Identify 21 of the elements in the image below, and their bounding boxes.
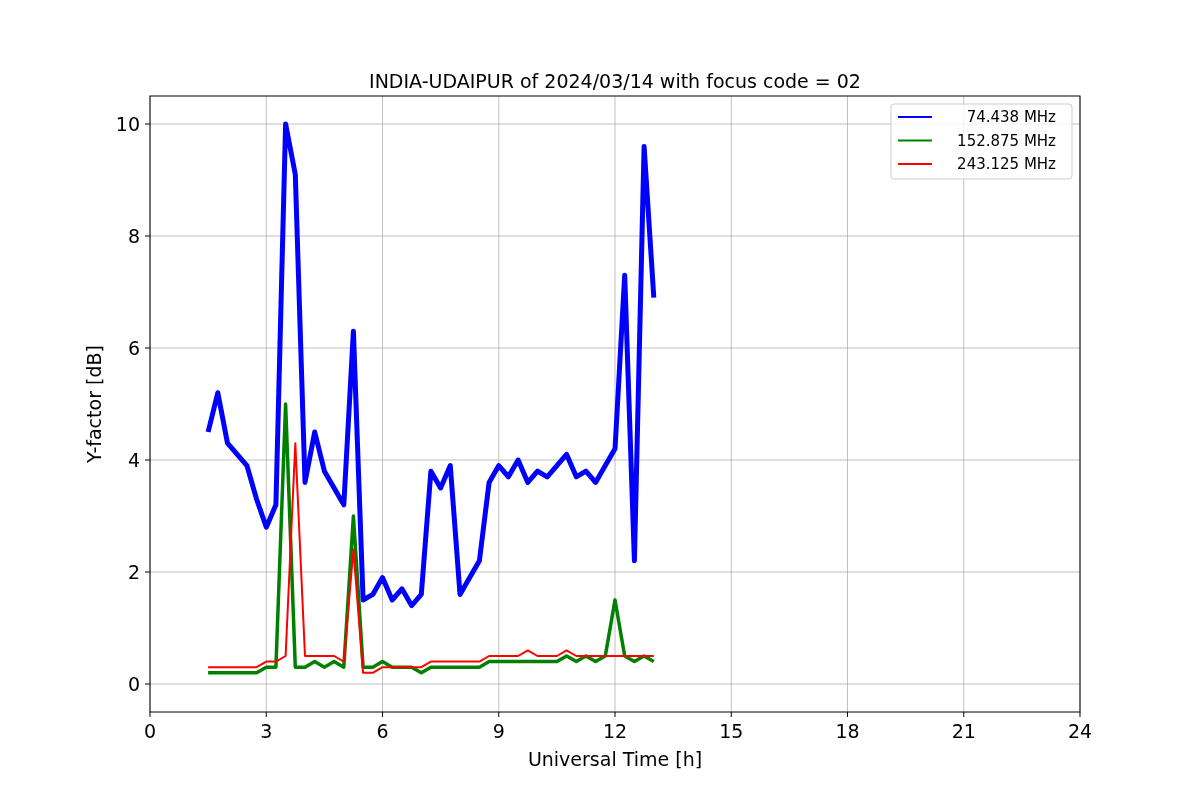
x-tick-label: 21 [951, 720, 976, 742]
y-tick-label: 6 [127, 337, 140, 359]
legend-label: 152.875 MHz [957, 131, 1056, 150]
legend-label: 74.438 MHz [966, 108, 1056, 126]
y-tick-label: 10 [115, 113, 140, 135]
x-tick-label: 12 [602, 720, 628, 742]
y-tick-label: 4 [127, 449, 140, 471]
x-tick-label: 9 [492, 720, 505, 742]
x-tick-label: 18 [835, 720, 860, 742]
x-tick-label: 3 [260, 720, 273, 742]
x-tick-label: 24 [1067, 720, 1093, 742]
chart-title: INDIA-UDAIPUR of 2024/03/14 with focus code = 02 [369, 70, 861, 92]
legend-label: 243.125 MHz [957, 155, 1056, 173]
y-tick-label: 0 [127, 673, 140, 695]
y-tick-label: 8 [127, 225, 140, 247]
x-tick-label: 6 [376, 720, 389, 742]
x-tick-label: 0 [143, 720, 157, 742]
y-tick-label: 2 [127, 561, 140, 583]
x-tick-label: 15 [719, 720, 744, 742]
x-axis-label: Universal Time [h] [527, 748, 703, 770]
y-axis-label: Y-factor [dB] [83, 345, 105, 463]
